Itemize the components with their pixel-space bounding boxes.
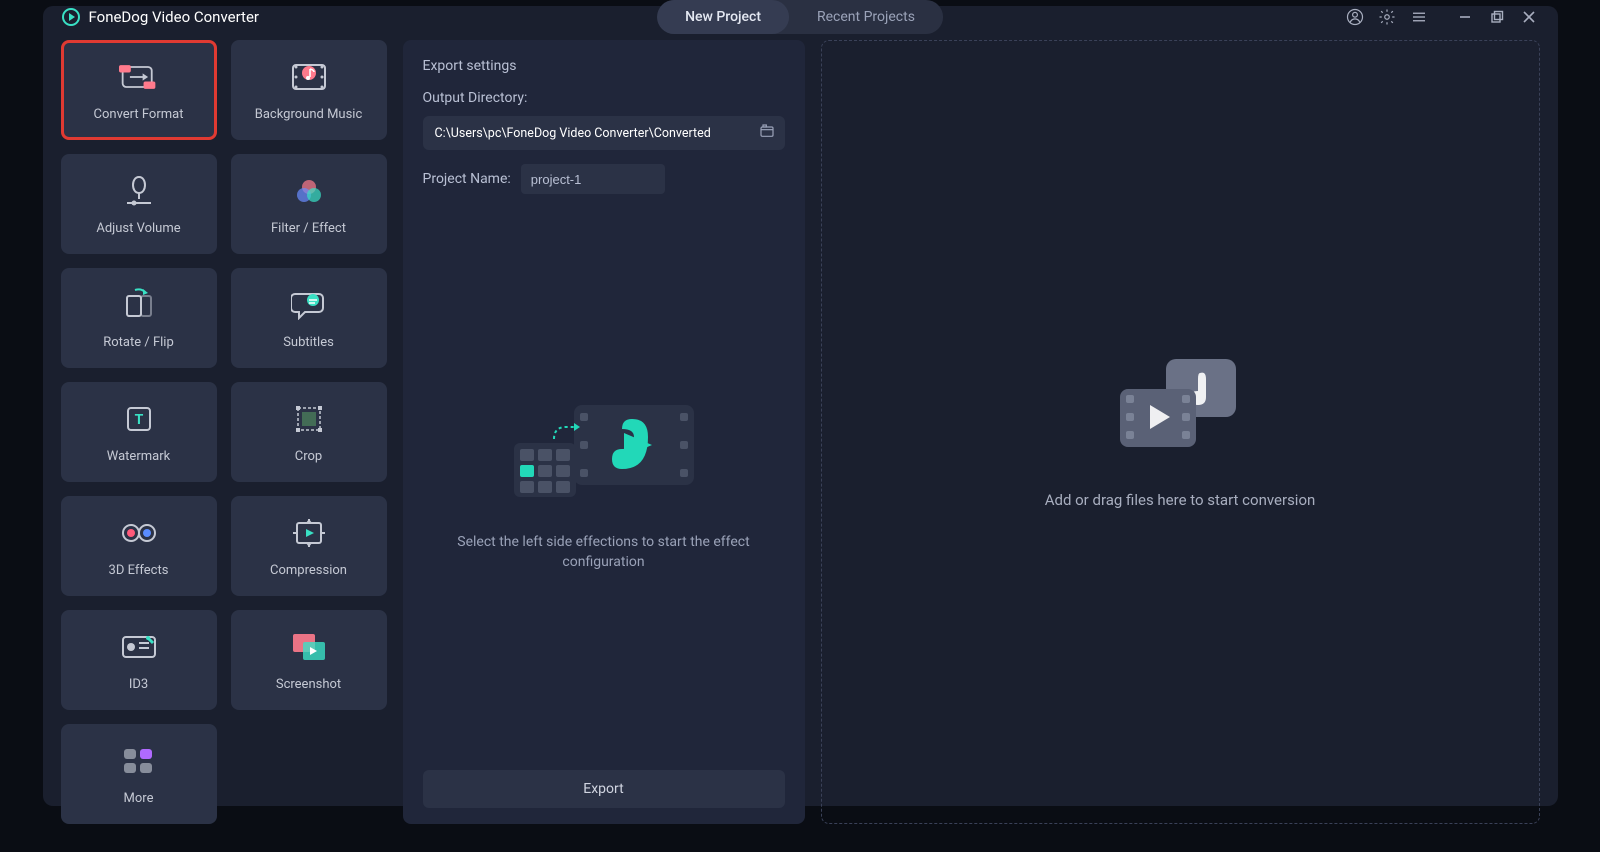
tool-adjust-volume[interactable]: Adjust Volume <box>61 154 217 254</box>
crop-icon <box>289 401 329 437</box>
tool-background-music[interactable]: Background Music <box>231 40 387 140</box>
background-music-icon <box>289 59 329 95</box>
filter-effect-icon <box>289 173 329 209</box>
brand: FoneDog Video Converter <box>61 7 259 27</box>
folder-icon[interactable] <box>759 123 775 143</box>
watermark-icon: T <box>119 401 159 437</box>
drop-zone-icon <box>1110 355 1250 455</box>
tool-more[interactable]: More <box>61 724 217 824</box>
export-settings-label: Export settings <box>423 58 785 74</box>
tool-crop[interactable]: Crop <box>231 382 387 482</box>
main-tabs: New Project Recent Projects <box>657 0 943 34</box>
tool-screenshot[interactable]: Screenshot <box>231 610 387 710</box>
tool-watermark[interactable]: T Watermark <box>61 382 217 482</box>
maximize-icon[interactable] <box>1486 6 1508 28</box>
tool-3d-effects[interactable]: 3D Effects <box>61 496 217 596</box>
tool-label: Screenshot <box>276 677 341 692</box>
tool-label: Rotate / Flip <box>103 335 174 350</box>
drop-zone[interactable]: Add or drag files here to start conversi… <box>821 40 1540 824</box>
tool-label: Subtitles <box>283 335 334 350</box>
tool-label: Filter / Effect <box>271 221 346 236</box>
project-name-row: Project Name: <box>423 164 785 194</box>
convert-format-icon <box>119 59 159 95</box>
3d-effects-icon <box>119 515 159 551</box>
titlebar: FoneDog Video Converter New Project Rece… <box>43 6 1558 28</box>
tool-label: Background Music <box>255 107 363 122</box>
tool-label: 3D Effects <box>109 563 169 578</box>
tool-label: Watermark <box>107 449 170 464</box>
app-logo-icon <box>61 7 81 27</box>
project-name-label: Project Name: <box>423 171 511 187</box>
compression-icon <box>289 515 329 551</box>
tool-id3[interactable]: ID3 <box>61 610 217 710</box>
more-icon <box>119 743 159 779</box>
tool-panel: Convert Format Background Music Adjust V… <box>61 40 387 824</box>
close-icon[interactable] <box>1518 6 1540 28</box>
gear-icon[interactable] <box>1376 6 1398 28</box>
drop-hint: Add or drag files here to start conversi… <box>1045 491 1316 509</box>
tool-subtitles[interactable]: Subtitles <box>231 268 387 368</box>
adjust-volume-icon <box>119 173 159 209</box>
tab-recent-projects[interactable]: Recent Projects <box>789 0 943 34</box>
screenshot-icon <box>289 629 329 665</box>
app-window: FoneDog Video Converter New Project Rece… <box>43 6 1558 806</box>
rotate-flip-icon <box>119 287 159 323</box>
main-area: Convert Format Background Music Adjust V… <box>43 28 1558 838</box>
svg-text:T: T <box>134 412 143 428</box>
center-illustration: Select the left side effections to start… <box>423 194 785 770</box>
output-dir-input[interactable]: C:\Users\pc\FoneDog Video Converter\Conv… <box>423 116 785 150</box>
tool-filter-effect[interactable]: Filter / Effect <box>231 154 387 254</box>
tool-rotate-flip[interactable]: Rotate / Flip <box>61 268 217 368</box>
app-name: FoneDog Video Converter <box>89 8 259 26</box>
minimize-icon[interactable] <box>1454 6 1476 28</box>
id3-icon <box>119 629 159 665</box>
menu-icon[interactable] <box>1408 6 1430 28</box>
output-dir-label: Output Directory: <box>423 90 785 106</box>
center-hint: Select the left side effections to start… <box>444 533 764 572</box>
export-button[interactable]: Export <box>423 770 785 808</box>
tool-convert-format[interactable]: Convert Format <box>61 40 217 140</box>
project-name-input[interactable] <box>521 164 665 194</box>
tool-compression[interactable]: Compression <box>231 496 387 596</box>
output-dir-value: C:\Users\pc\FoneDog Video Converter\Conv… <box>435 126 759 141</box>
tool-label: Adjust Volume <box>96 221 180 236</box>
user-icon[interactable] <box>1344 6 1366 28</box>
tool-label: Crop <box>295 449 322 464</box>
effect-placeholder-icon <box>504 391 704 511</box>
tab-new-project[interactable]: New Project <box>657 0 789 34</box>
tool-label: Convert Format <box>94 107 184 122</box>
subtitles-icon <box>289 287 329 323</box>
tool-label: ID3 <box>129 677 148 692</box>
export-panel: Export settings Output Directory: C:\Use… <box>403 40 805 824</box>
tool-label: Compression <box>270 563 347 578</box>
tool-label: More <box>124 791 154 806</box>
title-controls <box>1344 6 1540 28</box>
